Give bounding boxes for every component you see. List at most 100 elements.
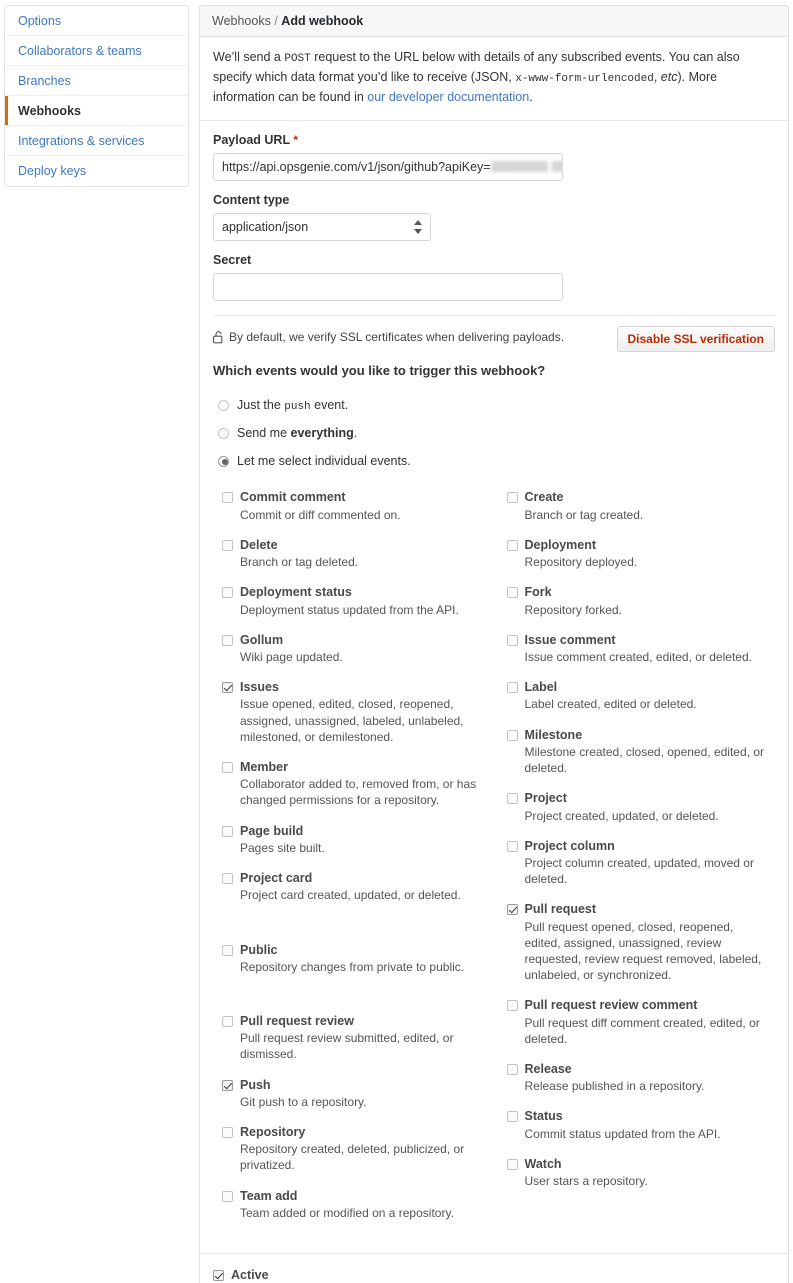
checkbox-create[interactable] — [506, 492, 518, 504]
event-item: Repository Repository created, deleted, p… — [222, 1124, 499, 1174]
checkbox-commit-comment[interactable] — [222, 492, 233, 504]
event-header[interactable]: Gollum — [222, 632, 499, 648]
sidebar-item-webhooks[interactable]: Webhooks — [5, 96, 188, 126]
event-item: Delete Branch or tag deleted. — [222, 537, 499, 570]
checkbox-release[interactable] — [506, 1063, 518, 1075]
sidebar-item-branches[interactable]: Branches — [5, 66, 188, 96]
sidebar-item-label: Deploy keys — [18, 164, 87, 178]
event-header[interactable]: Pull request review — [222, 1013, 499, 1029]
radio-2[interactable] — [218, 455, 229, 467]
sidebar-item-deploy-keys[interactable]: Deploy keys — [5, 156, 188, 186]
add-webhook-panel: Webhooks / Add webhook We’ll send a POST… — [199, 5, 789, 1283]
payload-url-value: https://api.opsgenie.com/v1/json/github?… — [222, 160, 491, 175]
sidebar-item-collaborators-teams[interactable]: Collaborators & teams — [5, 36, 188, 66]
breadcrumb-parent[interactable]: Webhooks — [212, 14, 271, 28]
checkbox-public[interactable] — [222, 944, 233, 956]
event-name: Delete — [240, 537, 278, 552]
checkbox-status[interactable] — [506, 1111, 518, 1123]
checkbox-fork[interactable] — [506, 587, 518, 599]
checkbox-pull-request-review-comment[interactable] — [506, 1000, 518, 1012]
event-header[interactable]: Team add — [222, 1188, 499, 1204]
event-item: Page build Pages site built. — [222, 823, 499, 856]
event-item: Issues Issue opened, edited, closed, reop… — [222, 679, 499, 745]
event-header[interactable]: Release — [506, 1061, 776, 1077]
checkbox-project-card[interactable] — [222, 873, 233, 885]
event-name: Release — [524, 1061, 572, 1076]
form-footer: Active We will deliver event details whe… — [200, 1253, 788, 1283]
checkbox-delete[interactable] — [222, 539, 233, 551]
push-code: push — [284, 400, 311, 413]
ssl-note: By default, we verify SSL certificates w… — [213, 326, 564, 344]
trigger-option-2[interactable]: Let me select individual events. — [213, 447, 775, 475]
event-description: Release published in a repository. — [524, 1079, 705, 1094]
radio-1[interactable] — [218, 427, 229, 439]
sidebar-item-label: Branches — [18, 74, 71, 88]
event-name: Pull request review — [240, 1013, 354, 1028]
ssl-row: By default, we verify SSL certificates w… — [200, 316, 788, 353]
checkbox-gollum[interactable] — [222, 634, 233, 646]
event-header[interactable]: Project column — [506, 838, 776, 854]
event-header[interactable]: Milestone — [506, 727, 776, 743]
event-header[interactable]: Member — [222, 759, 499, 775]
event-header[interactable]: Delete — [222, 537, 499, 553]
event-description: Pages site built. — [240, 840, 325, 855]
checkbox-label[interactable] — [506, 682, 518, 694]
event-header[interactable]: Push — [222, 1077, 499, 1093]
event-header[interactable]: Issue comment — [506, 632, 776, 648]
event-header[interactable]: Commit comment — [222, 489, 499, 505]
event-description: Repository changes from private to publi… — [240, 959, 465, 974]
event-name: Commit comment — [240, 490, 346, 505]
checkbox-pull-request[interactable] — [506, 904, 518, 916]
developer-documentation-link[interactable]: our developer documentation — [367, 90, 529, 104]
checkbox-issues[interactable] — [222, 682, 233, 694]
sidebar-item-options[interactable]: Options — [5, 6, 188, 36]
checkbox-team-add[interactable] — [222, 1190, 233, 1202]
event-name: Create — [524, 490, 564, 505]
event-header[interactable]: Fork — [506, 584, 776, 600]
event-item: Create Branch or tag created. — [506, 489, 776, 522]
checkbox-push[interactable] — [222, 1079, 233, 1091]
event-header[interactable]: Repository — [222, 1124, 499, 1140]
checkbox-pull-request-review[interactable] — [222, 1015, 233, 1027]
checkbox-project[interactable] — [506, 793, 518, 805]
event-item: Commit comment Commit or diff commented o… — [222, 489, 499, 522]
checkbox-watch[interactable] — [506, 1158, 518, 1170]
checkbox-deployment-status[interactable] — [222, 587, 233, 599]
radio-0[interactable] — [218, 399, 229, 411]
event-header[interactable]: Label — [506, 679, 776, 695]
events-question: Which events would you like to trigger t… — [213, 363, 546, 379]
event-header[interactable]: Project card — [222, 870, 499, 886]
sidebar-item-integrations-services[interactable]: Integrations & services — [5, 126, 188, 156]
event-header[interactable]: Public — [222, 942, 499, 958]
event-header[interactable]: Create — [506, 489, 776, 505]
event-header[interactable]: Pull request review comment — [506, 997, 776, 1013]
checkbox-repository[interactable] — [222, 1127, 233, 1139]
checkbox-project-column[interactable] — [506, 840, 518, 852]
event-description: Branch or tag created. — [524, 507, 644, 522]
checkbox-milestone[interactable] — [506, 729, 518, 741]
events-column-left: Commit comment Commit or diff commented o… — [222, 489, 499, 1235]
event-header[interactable]: Watch — [506, 1156, 776, 1172]
event-description: Commit status updated from the API. — [524, 1126, 721, 1141]
trigger-option-0[interactable]: Just the push event. — [213, 391, 775, 419]
secret-input[interactable] — [213, 273, 563, 302]
content-type-select[interactable]: application/json — [213, 213, 431, 242]
checkbox-member[interactable] — [222, 762, 233, 774]
trigger-option-1[interactable]: Send me everything. — [213, 419, 775, 447]
event-header[interactable]: Project — [506, 790, 776, 806]
event-description: Deployment status updated from the API. — [240, 602, 459, 617]
checkbox-page-build[interactable] — [222, 825, 233, 837]
event-description: Repository created, deleted, publicized,… — [240, 1142, 465, 1173]
event-header[interactable]: Issues — [222, 679, 499, 695]
active-checkbox[interactable] — [213, 1270, 224, 1282]
checkbox-deployment[interactable] — [506, 539, 518, 551]
checkbox-issue-comment[interactable] — [506, 634, 518, 646]
event-header[interactable]: Page build — [222, 823, 499, 839]
event-header[interactable]: Status — [506, 1108, 776, 1124]
event-name: Team add — [240, 1188, 298, 1203]
event-header[interactable]: Deployment — [506, 537, 776, 553]
payload-url-input[interactable]: https://api.opsgenie.com/v1/json/github?… — [213, 153, 563, 182]
event-header[interactable]: Pull request — [506, 901, 776, 917]
event-header[interactable]: Deployment status — [222, 584, 499, 600]
disable-ssl-verification-button[interactable]: Disable SSL verification — [616, 326, 775, 353]
